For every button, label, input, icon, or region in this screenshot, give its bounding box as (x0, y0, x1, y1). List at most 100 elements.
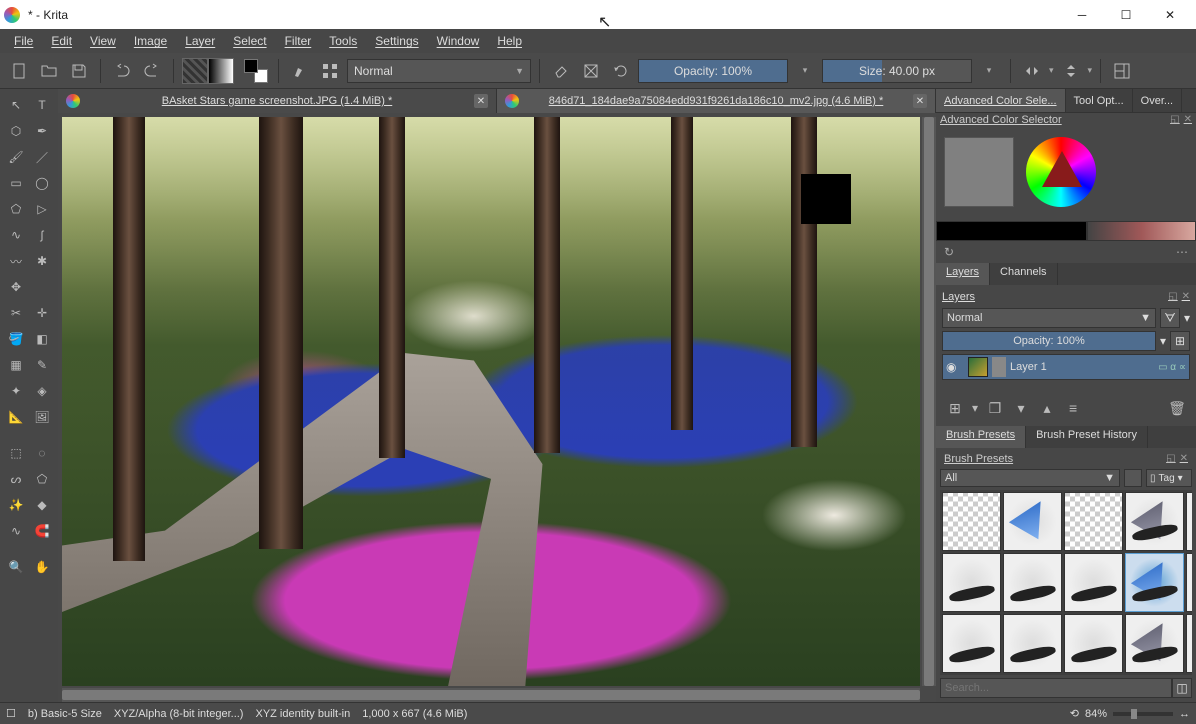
menu-help[interactable]: Help (489, 32, 530, 50)
assistant-tool[interactable]: ◈ (30, 379, 54, 403)
size-caret-icon[interactable]: ▾ (976, 58, 1002, 84)
close-button[interactable]: ✕ (1148, 0, 1192, 29)
move-tool[interactable]: ↖ (4, 93, 28, 117)
menu-select[interactable]: Select (225, 32, 274, 50)
delete-layer-button[interactable]: 🗑 (1168, 400, 1186, 417)
doc-tab-1-close[interactable]: ✕ (474, 94, 488, 108)
menu-image[interactable]: Image (126, 32, 175, 50)
smart-fill-tool[interactable]: ✦ (4, 379, 28, 403)
status-zoom[interactable]: 84% (1085, 708, 1107, 720)
select-magnetic-tool[interactable]: 🧲 (30, 519, 54, 543)
color-history-bar[interactable] (936, 221, 1087, 241)
tab-advanced-color[interactable]: Advanced Color Sele... (936, 89, 1066, 112)
brush-preset[interactable] (942, 553, 1001, 612)
move-up-button[interactable]: ▴ (1038, 400, 1056, 417)
reference-tool[interactable]: 🖼 (30, 405, 54, 429)
close-panel-icon[interactable]: ✕ (1184, 114, 1192, 130)
visibility-icon[interactable]: ◉ (946, 360, 964, 374)
eraser-toggle[interactable] (548, 58, 574, 84)
minimize-button[interactable]: ─ (1060, 0, 1104, 29)
add-layer-button[interactable]: ⊞ (946, 400, 964, 417)
status-checkbox[interactable]: ☐ (6, 707, 16, 720)
layer-opts-button[interactable]: ⊞ (1170, 331, 1190, 351)
brush-tool[interactable]: 🖌 (4, 145, 28, 169)
measure-tool[interactable]: 📐 (4, 405, 28, 429)
freehand-path-tool[interactable]: ʃ (30, 223, 54, 247)
multibrush-tool[interactable]: ✱ (30, 249, 54, 273)
tab-tool-options[interactable]: Tool Opt... (1066, 89, 1133, 112)
menu-edit[interactable]: Edit (43, 32, 80, 50)
brush-tag-button[interactable]: ▯ Tag ▾ (1146, 469, 1192, 487)
maximize-button[interactable]: ☐ (1104, 0, 1148, 29)
tab-overview[interactable]: Over... (1133, 89, 1182, 112)
menu-layer[interactable]: Layer (177, 32, 223, 50)
text-tool[interactable]: T (30, 93, 54, 117)
float-icon[interactable]: ◱ (1168, 291, 1177, 303)
brush-preset-button[interactable] (287, 58, 313, 84)
gradient-tool[interactable]: ◧ (30, 327, 54, 351)
brush-tag-dropdown[interactable]: All▼ (940, 469, 1120, 487)
menu-window[interactable]: Window (429, 32, 488, 50)
close-icon[interactable]: ✕ (1182, 291, 1190, 303)
color-picker-tool[interactable]: ✎ (30, 353, 54, 377)
mirror-v-caret[interactable]: ▾ (1088, 65, 1093, 76)
new-file-button[interactable] (6, 58, 32, 84)
pattern-swatch[interactable] (182, 58, 208, 84)
mirror-h-button[interactable] (1019, 58, 1045, 84)
brush-preset[interactable] (1186, 614, 1192, 673)
select-similar-tool[interactable]: ◆ (30, 493, 54, 517)
brush-preset[interactable] (1186, 492, 1192, 551)
menu-filter[interactable]: Filter (277, 32, 320, 50)
pan-tool[interactable]: ✋ (30, 555, 54, 579)
doc-tab-2-close[interactable]: ✕ (913, 94, 927, 108)
doc-tab-2[interactable]: 846d71_184dae9a75084edd931f9261da186c10_… (497, 89, 936, 113)
zoom-tool[interactable]: 🔍 (4, 555, 28, 579)
tab-brush-presets[interactable]: Brush Presets (936, 426, 1026, 448)
select-bezier-tool[interactable]: ∿ (4, 519, 28, 543)
brush-preset[interactable] (1064, 614, 1123, 673)
color-square[interactable] (944, 137, 1014, 207)
bezier-tool[interactable]: ∿ (4, 223, 28, 247)
mirror-h-caret[interactable]: ▾ (1049, 65, 1054, 76)
brush-preset[interactable] (1064, 553, 1123, 612)
size-slider[interactable]: Size: 40.00 px (822, 59, 972, 83)
workspace-chooser-button[interactable] (1109, 58, 1135, 84)
brush-preset[interactable] (1003, 614, 1062, 673)
zoom-fit-button[interactable]: ↔ (1179, 708, 1190, 720)
fill-tool[interactable]: 🪣 (4, 327, 28, 351)
brush-preset[interactable] (1186, 553, 1192, 612)
color-wheel[interactable] (1026, 137, 1096, 207)
menu-settings[interactable]: Settings (367, 32, 426, 50)
brush-preset[interactable] (1125, 492, 1184, 551)
move-layer-tool[interactable]: ✛ (30, 301, 54, 325)
brush-preset-selected[interactable] (1125, 553, 1184, 612)
layer-1[interactable]: ◉ Layer 1 ▭ α ∝ (942, 354, 1190, 380)
line-tool[interactable]: ／ (30, 145, 54, 169)
save-file-button[interactable] (66, 58, 92, 84)
rectangle-tool[interactable]: ▭ (4, 171, 28, 195)
pattern-edit-tool[interactable]: ▦ (4, 353, 28, 377)
brush-preset[interactable] (1125, 614, 1184, 673)
brush-search-input[interactable] (940, 678, 1172, 698)
edit-shapes-tool[interactable]: ⬡ (4, 119, 28, 143)
blendmode-dropdown[interactable]: Normal▼ (347, 59, 531, 83)
select-contiguous-tool[interactable]: ✨ (4, 493, 28, 517)
undo-button[interactable] (109, 58, 135, 84)
select-rect-tool[interactable]: ⬚ (4, 441, 28, 465)
layer-props-icon[interactable]: ▭ α ∝ (1158, 362, 1186, 373)
layer-settings-button[interactable]: ≡ (1064, 400, 1082, 416)
duplicate-layer-button[interactable]: ❐ (986, 400, 1004, 417)
float-panel-icon[interactable]: ◱ (1170, 114, 1179, 130)
brush-preset[interactable] (942, 614, 1001, 673)
status-angle-icon[interactable]: ⟲ (1070, 707, 1079, 720)
filter-caret[interactable]: ▾ (1184, 311, 1190, 325)
fg-bg-color[interactable] (242, 57, 270, 85)
open-file-button[interactable] (36, 58, 62, 84)
menu-view[interactable]: View (82, 32, 124, 50)
zoom-slider[interactable] (1113, 712, 1173, 716)
dynamic-brush-tool[interactable]: 〰 (4, 249, 28, 273)
color-shade-bar[interactable] (1087, 221, 1196, 241)
brush-preset[interactable] (1003, 553, 1062, 612)
scrollbar-horizontal[interactable] (62, 688, 920, 702)
tab-channels[interactable]: Channels (990, 263, 1057, 285)
